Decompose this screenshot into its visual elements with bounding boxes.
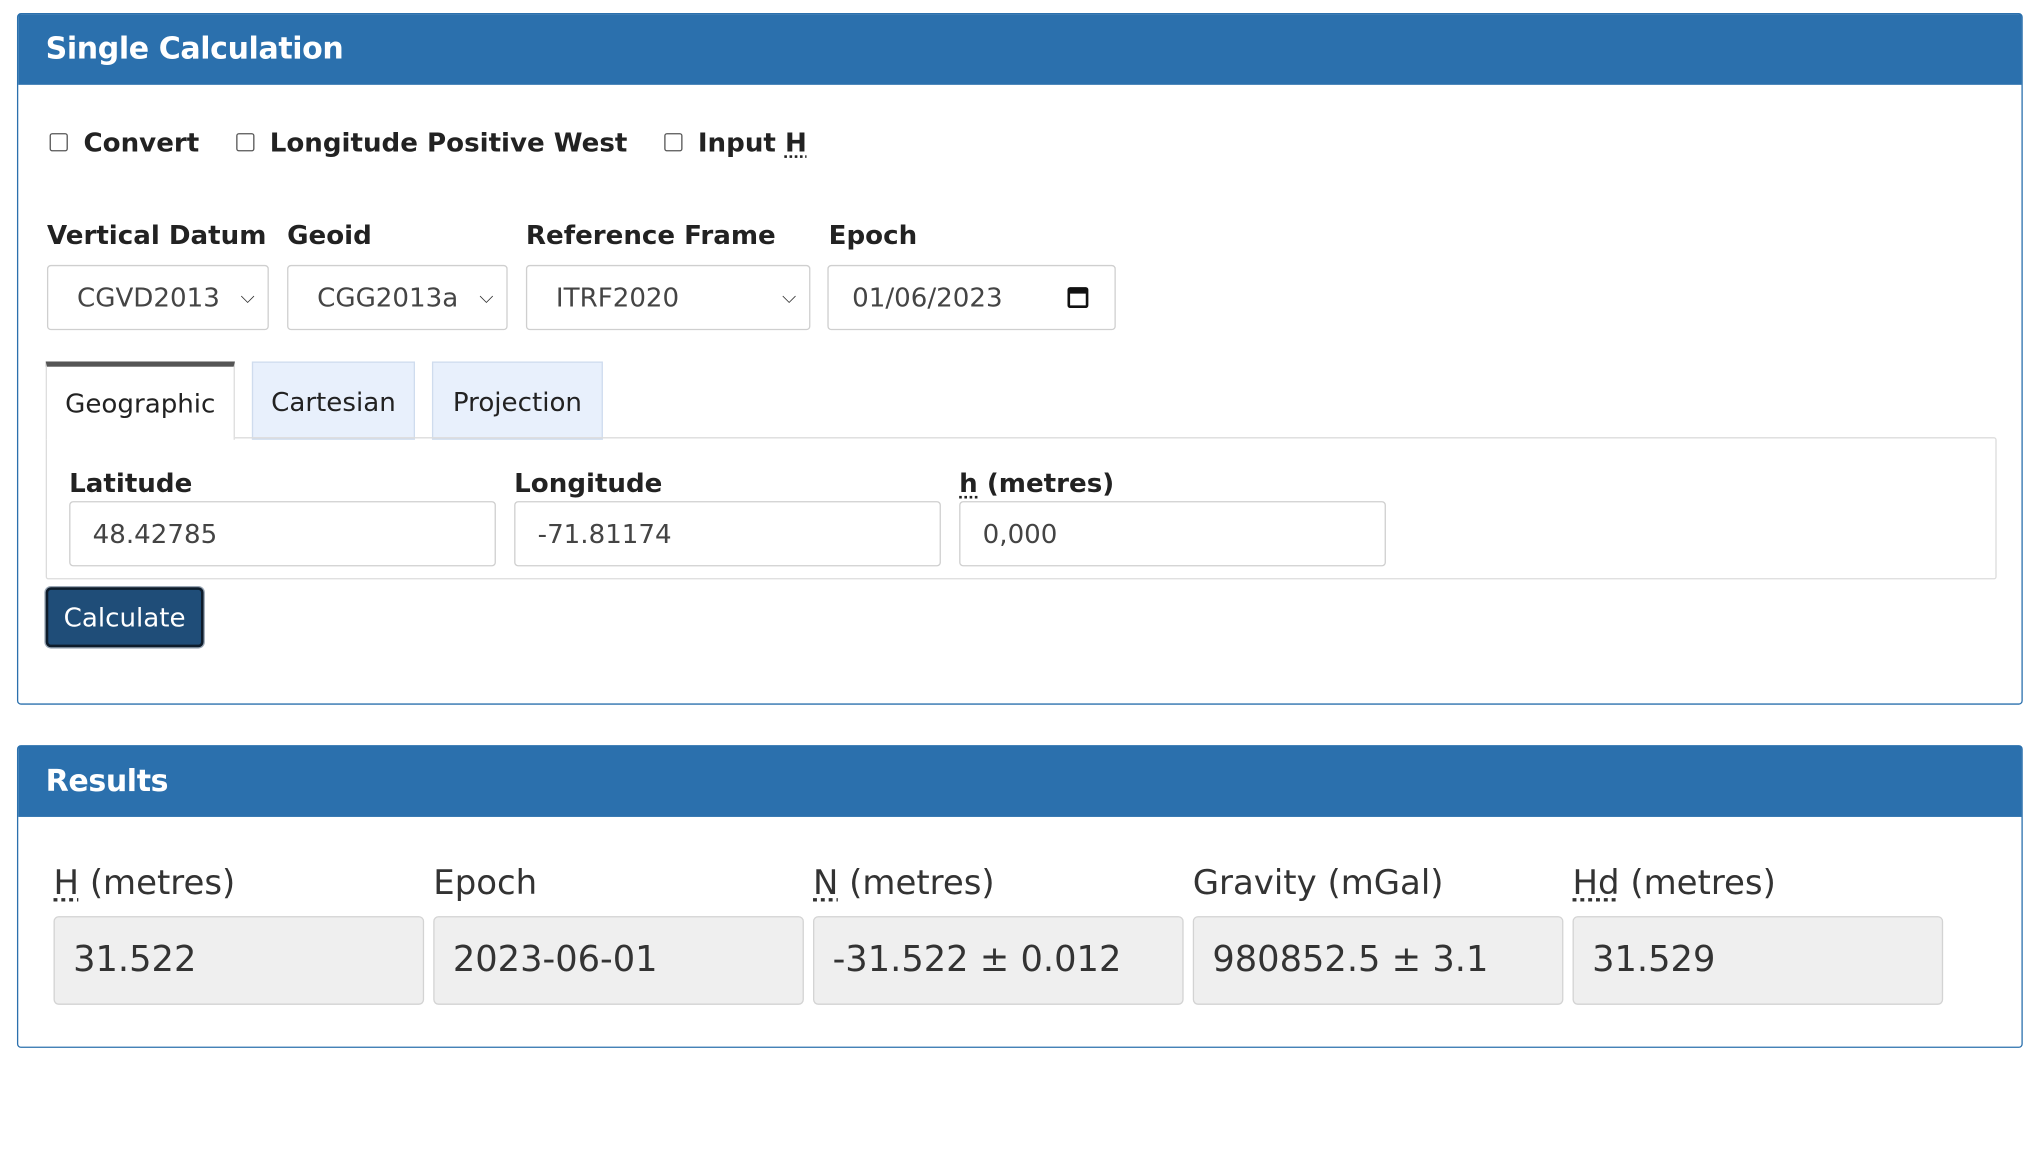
page: Single Calculation Convert Longitude Pos… — [0, 0, 2036, 1175]
result-epoch-label: Epoch — [433, 863, 538, 904]
geoid-select[interactable]: CGG2013a ⌵ — [287, 264, 508, 331]
input-h-checkbox[interactable]: Input H — [663, 127, 807, 158]
h-label-suffix: (metres) — [977, 467, 1115, 499]
longitude-label: Longitude — [514, 467, 663, 499]
chevron-down-icon: ⌵ — [782, 287, 797, 308]
reference-frame-label: Reference Frame — [525, 219, 776, 251]
results-panel: Results H (metres) 31.522 Epoch 2023-06-… — [16, 745, 2023, 1048]
input-h-checkbox-box[interactable] — [663, 133, 683, 152]
chevron-down-icon: ⌵ — [240, 287, 255, 308]
result-N-suffix: (metres) — [838, 863, 995, 904]
single-calculation-title: Single Calculation — [18, 14, 2022, 85]
input-h-label-prefix: Input — [697, 126, 785, 158]
tab-geographic[interactable]: Geographic — [45, 361, 235, 440]
convert-checkbox-box[interactable] — [49, 133, 68, 152]
tab-projection[interactable]: Projection — [431, 361, 603, 440]
latitude-input[interactable]: 48.42785 — [69, 501, 496, 567]
result-gravity-label: Gravity (mGal) — [1192, 863, 1444, 904]
result-Hd-value: 31.529 — [1572, 916, 1944, 1005]
result-N-value: -31.522 ± 0.012 — [813, 916, 1184, 1005]
epoch-label: Epoch — [828, 219, 918, 251]
result-gravity-value: 980852.5 ± 3.1 — [1192, 916, 1564, 1005]
result-Hd-abbr: Hd — [1572, 863, 1620, 904]
h-input[interactable]: 0,000 — [959, 501, 1386, 567]
input-h-label: Input H — [698, 127, 807, 158]
epoch-date-input[interactable]: 01/06/2023 — [827, 264, 1116, 331]
result-H-suffix: (metres) — [79, 863, 236, 904]
results-title: Results — [18, 746, 2022, 817]
h-label: h (metres) — [959, 467, 1114, 498]
vertical-datum-value: CGVD2013 — [76, 281, 220, 314]
vertical-datum-label: Vertical Datum — [46, 219, 267, 251]
result-H-label: H (metres) — [54, 864, 236, 903]
reference-frame-select[interactable]: ITRF2020 ⌵ — [525, 264, 811, 331]
longitude-positive-west-checkbox[interactable]: Longitude Positive West — [235, 126, 628, 158]
longitude-positive-west-checkbox-box[interactable] — [235, 133, 255, 152]
reference-frame-value: ITRF2020 — [555, 281, 680, 314]
epoch-value: 01/06/2023 — [852, 281, 1003, 314]
convert-checkbox[interactable]: Convert — [49, 126, 200, 158]
longitude-positive-west-label: Longitude Positive West — [269, 126, 628, 158]
options-row: Convert Longitude Positive West Input H — [49, 126, 844, 158]
calendar-icon[interactable] — [1067, 287, 1089, 308]
result-Hd-label: Hd (metres) — [1573, 864, 1776, 903]
geoid-value: CGG2013a — [317, 281, 459, 314]
tab-cartesian[interactable]: Cartesian — [251, 361, 415, 440]
geoid-label: Geoid — [287, 219, 372, 251]
result-N-abbr: N — [813, 863, 839, 904]
vertical-datum-select[interactable]: CGVD2013 ⌵ — [46, 264, 269, 331]
result-N-label: N (metres) — [813, 864, 995, 903]
latitude-label: Latitude — [69, 467, 193, 499]
result-H-value: 31.522 — [53, 916, 425, 1005]
longitude-input[interactable]: -71.81174 — [514, 501, 941, 567]
result-epoch-value: 2023-06-01 — [433, 916, 804, 1005]
chevron-down-icon: ⌵ — [479, 287, 494, 308]
result-Hd-suffix: (metres) — [1619, 863, 1776, 904]
calculate-button[interactable]: Calculate — [45, 587, 204, 648]
h-abbr: h — [959, 467, 978, 499]
single-calculation-panel: Single Calculation Convert Longitude Pos… — [16, 13, 2023, 705]
geographic-tab-panel: Latitude 48.42785 Longitude -71.81174 h … — [45, 437, 1997, 580]
input-h-abbr: H — [784, 126, 807, 158]
result-H-abbr: H — [53, 863, 80, 904]
convert-label: Convert — [83, 126, 200, 158]
